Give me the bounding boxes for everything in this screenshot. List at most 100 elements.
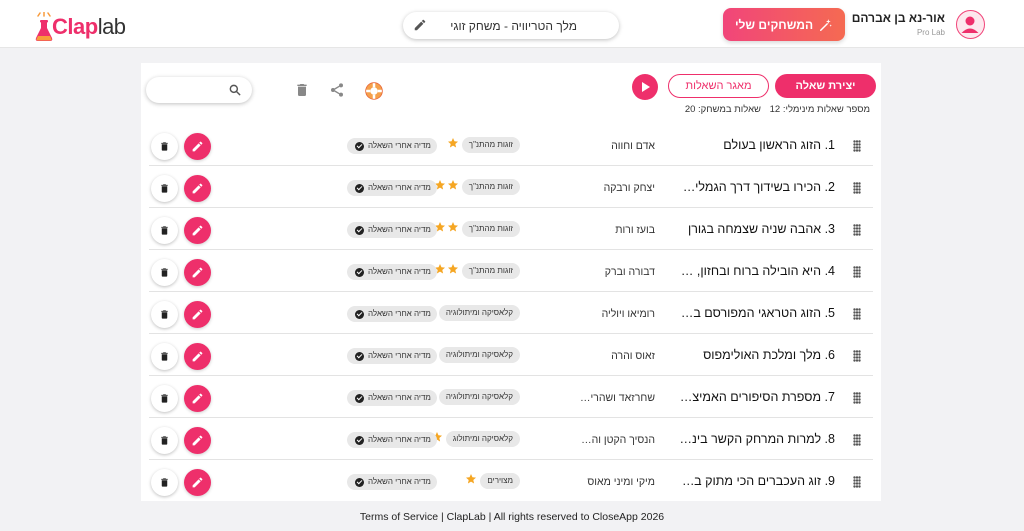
share-icon[interactable]	[329, 82, 345, 98]
question-row[interactable]: 1. הזוג הראשון בעולם אדם וחווה זוגות מהתנ"…	[141, 126, 881, 166]
delete-question-button[interactable]	[151, 175, 178, 202]
question-title[interactable]: 4. היא הובילה ברוח ובחזון, ה…	[679, 264, 835, 278]
media-badge: מדיה אחרי השאלה	[347, 264, 437, 280]
drag-handle-icon[interactable]	[853, 140, 861, 152]
trash-icon[interactable]	[294, 82, 310, 98]
question-row[interactable]: 4. היא הובילה ברוח ובחזון, ה… דבורה וברק ז…	[141, 252, 881, 292]
difficulty-stars	[465, 473, 477, 487]
check-circle-icon	[355, 393, 364, 403]
media-badge: מדיה אחרי השאלה	[347, 348, 437, 364]
edit-question-button[interactable]	[184, 217, 211, 244]
question-answer: רומיאו ויוליה	[601, 308, 655, 320]
footer-text: Terms of Service | ClapLab | All rights …	[359, 511, 665, 523]
min-questions-label: מספר שאלות מינימלי: 12	[769, 104, 870, 115]
edit-question-button[interactable]	[184, 469, 211, 496]
drag-handle-icon[interactable]	[853, 476, 861, 488]
drag-handle-icon[interactable]	[853, 350, 861, 362]
question-row[interactable]: 6. מלך ומלכת האולימפוס זאוס והרה קלאסיקה ו…	[141, 336, 881, 376]
game-questions-label: שאלות במשחק: 20	[684, 104, 761, 115]
search-icon[interactable]	[228, 83, 242, 97]
edit-question-button[interactable]	[184, 385, 211, 412]
question-row[interactable]: 9. זוג העכברים הכי מתוק בע… מיקי ומיני מא…	[141, 462, 881, 502]
user-plan-badge: Pro Lab	[916, 28, 945, 37]
delete-question-button[interactable]	[151, 217, 178, 244]
pencil-icon	[192, 225, 203, 236]
game-title-field[interactable]: מלך הטריוויה - משחק זוגי	[403, 12, 619, 39]
drag-handle-icon[interactable]	[853, 224, 861, 236]
delete-question-button[interactable]	[151, 301, 178, 328]
edit-question-button[interactable]	[184, 133, 211, 160]
drag-handle-icon[interactable]	[853, 266, 861, 278]
delete-question-button[interactable]	[151, 469, 178, 496]
row-divider	[149, 207, 873, 208]
media-badge-label: מדיה אחרי השאלה	[368, 435, 431, 444]
delete-question-button[interactable]	[151, 385, 178, 412]
questions-panel: מאגר השאלות יצירת שאלה מספר שאלות מינימל…	[141, 63, 881, 501]
question-title[interactable]: 9. זוג העכברים הכי מתוק בע…	[679, 474, 835, 488]
check-circle-icon	[355, 225, 364, 235]
drag-handle-icon[interactable]	[853, 392, 861, 404]
question-title[interactable]: 1. הזוג הראשון בעולם	[679, 138, 835, 152]
edit-question-button[interactable]	[184, 301, 211, 328]
delete-question-button[interactable]	[151, 133, 178, 160]
create-question-button[interactable]: יצירת שאלה	[775, 74, 876, 98]
delete-question-button[interactable]	[151, 343, 178, 370]
difficulty-stars	[434, 221, 459, 235]
delete-question-button[interactable]	[151, 427, 178, 454]
media-badge: מדיה אחרי השאלה	[347, 180, 437, 196]
pencil-icon	[192, 183, 203, 194]
question-bank-button[interactable]: מאגר השאלות	[668, 74, 769, 98]
question-title[interactable]: 8. למרות המרחק הקשר ביני…	[679, 432, 835, 446]
pencil-icon	[192, 435, 203, 446]
question-title[interactable]: 3. אהבה שניה שצמחה בגורן	[679, 222, 835, 236]
my-games-button[interactable]: המשחקים שלי	[723, 8, 845, 41]
row-divider	[149, 459, 873, 460]
check-circle-icon	[355, 267, 364, 277]
check-circle-icon	[355, 351, 364, 361]
game-title-text: מלך הטריוויה - משחק זוגי	[450, 19, 577, 33]
user-name[interactable]: אור-נא בן אברהם	[852, 11, 945, 25]
media-badge-label: מדיה אחרי השאלה	[368, 141, 431, 150]
media-badge: מדיה אחרי השאלה	[347, 432, 437, 448]
user-avatar[interactable]	[956, 10, 985, 39]
play-game-button[interactable]	[632, 74, 658, 100]
trash-icon	[161, 310, 168, 319]
logo-text: Claplab	[52, 14, 126, 39]
question-row[interactable]: 8. למרות המרחק הקשר ביני… הנסיך הקטן וה… ק…	[141, 420, 881, 460]
question-row[interactable]: 7. מספרת הסיפורים האמיצה… שחרזאד ושהרי… קל…	[141, 378, 881, 418]
difficulty-stars	[447, 137, 459, 151]
question-title[interactable]: 2. הכירו בשידוך דרך הגמלים…	[679, 180, 835, 194]
question-answer: זאוס והרה	[611, 350, 655, 362]
drag-handle-icon[interactable]	[853, 434, 861, 446]
pencil-icon	[192, 141, 203, 152]
row-divider	[149, 291, 873, 292]
question-title[interactable]: 7. מספרת הסיפורים האמיצה…	[679, 390, 835, 404]
row-divider	[149, 375, 873, 376]
drag-handle-icon[interactable]	[853, 308, 861, 320]
media-badge-label: מדיה אחרי השאלה	[368, 183, 431, 192]
my-games-label: המשחקים שלי	[734, 17, 814, 32]
question-title[interactable]: 5. הזוג הטראגי המפורסם ביו…	[679, 306, 835, 320]
question-row[interactable]: 5. הזוג הטראגי המפורסם ביו… רומיאו ויוליה…	[141, 294, 881, 334]
question-row[interactable]: 2. הכירו בשידוך דרך הגמלים… יצחק ורבקה זוג…	[141, 168, 881, 208]
search-input[interactable]	[156, 81, 224, 99]
delete-question-button[interactable]	[151, 259, 178, 286]
category-badge: זוגות מהתנ"ך	[461, 179, 520, 195]
pencil-icon	[192, 351, 203, 362]
search-box[interactable]	[146, 77, 252, 103]
trash-icon	[161, 142, 168, 151]
category-badge: קלאסיקה ומיתולוגיה	[438, 347, 520, 363]
trash-icon	[161, 352, 168, 361]
lifebuoy-icon[interactable]	[364, 81, 384, 101]
question-title[interactable]: 6. מלך ומלכת האולימפוס	[679, 348, 835, 362]
question-row[interactable]: 3. אהבה שניה שצמחה בגורן בועז ורות זוגות מ…	[141, 210, 881, 250]
drag-handle-icon[interactable]	[853, 182, 861, 194]
edit-question-button[interactable]	[184, 259, 211, 286]
claplab-logo[interactable]: Claplab	[34, 6, 126, 42]
edit-question-button[interactable]	[184, 175, 211, 202]
edit-question-button[interactable]	[184, 343, 211, 370]
pencil-icon[interactable]	[413, 18, 427, 32]
edit-question-button[interactable]	[184, 427, 211, 454]
star-icon	[448, 222, 458, 232]
check-circle-icon	[355, 141, 364, 151]
